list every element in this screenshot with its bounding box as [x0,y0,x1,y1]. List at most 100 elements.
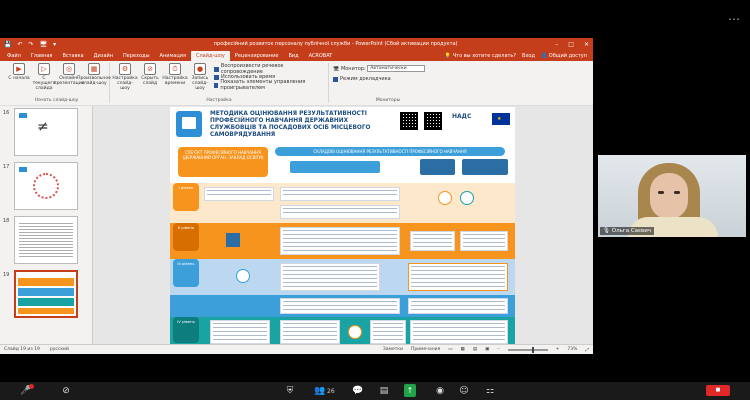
text-block [280,227,400,255]
video-button[interactable]: ⊘ [60,385,72,397]
start-group-label: Начать слайд-шоу [34,98,79,103]
setup-checkboxes: Воспроизвести речевое сопровождение Испо… [214,63,324,91]
monitors-controls: 🖥 Монитор: Автоматически Режим докладчик… [333,63,443,83]
security-button[interactable]: ⛨ [284,385,296,397]
tab-animations[interactable]: Анимация [155,51,191,61]
tab-acrobat[interactable]: ACROBAT [304,51,338,61]
text-block [410,320,508,344]
presenter-view-checkbox[interactable]: Режим докладчика [333,75,443,83]
minimize-icon[interactable]: – [555,41,558,48]
zoom-out-icon[interactable]: – [497,347,499,352]
reading-view-icon[interactable]: ▤ [473,347,477,352]
end-meeting-button[interactable]: ■ [706,385,730,396]
tab-home[interactable]: Главная [26,51,58,61]
chat-icon: 💬 [352,386,364,396]
save-icon[interactable]: 💾 [4,41,11,48]
slideshow-view-icon[interactable]: ▣ [485,347,489,352]
apps-button[interactable]: ⚏ [484,385,496,397]
level-row-2: II рівень [170,223,515,259]
mute-button[interactable]: 🎤 [20,384,34,397]
alert-dot-icon [29,384,34,389]
quick-access-toolbar: 💾 ↶ ↷ 🖥 ▾ [4,41,124,48]
from-current-button[interactable]: ▷ С текущего слайда [33,63,55,91]
play-narrations-checkbox[interactable]: Воспроизвести речевое сопровождение [214,63,324,75]
notes-button[interactable]: Заметки [383,347,403,352]
text-block [280,187,400,201]
subject-band: СУБ'ЄКТ ПРОФЕСІЙНОГО НАВЧАННЯ (ДЕРЖАВНИЙ… [170,145,515,181]
zoom-slider[interactable] [507,346,548,353]
rehearse-timings-label: Настройка времени [162,76,188,86]
slide-thumbnail[interactable]: ≠ [14,108,78,156]
monitor-select[interactable]: Автоматически [367,65,426,72]
slide-thumbnail-selected[interactable] [14,270,78,318]
share-screen-button[interactable]: ↑ [404,384,416,397]
chart-icon [182,117,196,129]
text-block [280,298,400,314]
sign-in-link[interactable]: Вход [522,53,535,59]
camera-off-icon: ⊘ [62,386,70,396]
slide-thumbnail[interactable] [14,162,78,210]
thumb-number: 18 [3,218,10,224]
nads-logo: НАДС [452,113,472,120]
redo-icon[interactable]: ↷ [29,41,34,48]
fit-slide-icon[interactable]: ⤢ [585,347,589,353]
zoom-top-bar: ⋯ [0,0,750,36]
start-slideshow-group: ▶ С начала ▷ С текущего слайда ◎ Онлайн-пре… [4,63,111,103]
normal-view-icon[interactable]: ▭ [448,347,452,352]
custom-show-button[interactable]: ▦ Произвольное слайд-шоу [77,63,111,86]
comments-button[interactable]: Примечания [411,347,440,352]
undo-icon[interactable]: ↶ [17,41,22,48]
slide-thumbnail[interactable] [14,216,78,264]
polls-button[interactable]: ▤ [378,385,390,397]
record-icon: ◉ [436,386,444,396]
participants-button[interactable]: 👥 26 [314,385,334,397]
tell-me-search[interactable]: 💡 Что вы хотите сделать? [445,53,516,59]
reactions-button[interactable]: ☺ [458,385,470,397]
tab-slideshow[interactable]: Слайд-шоу [190,51,230,61]
title-bar: 💾 ↶ ↷ 🖥 ▾ професійний розвиток персоналу… [0,38,593,50]
level-row-3b [170,295,515,317]
tab-insert[interactable]: Вставка [57,51,88,61]
record-slideshow-button[interactable]: ● Запись слайд-шоу [189,63,211,91]
slideshow-current-icon: ▷ [38,63,50,75]
ribbon-right-tools: 💡 Что вы хотите сделать? Вход 👤 Общий до… [439,51,593,61]
sorter-view-icon[interactable]: ▦ [461,347,465,352]
work-area: 16 ≠ 17 18 19 МЕТОДИКА ОЦІНЮВАННЯ РЕЗУЛЬ… [0,106,593,347]
participant-video[interactable]: 🎙 Ольга Саєвич [598,155,746,237]
chat-button[interactable]: 💬 [352,385,364,397]
window-controls: – □ ✕ [555,41,589,48]
tab-file[interactable]: Файл [2,51,26,61]
language-indicator[interactable]: русский [50,347,69,352]
setup-slideshow-button[interactable]: ⚙ Настройка слайд-шоу [112,63,138,91]
meeting-toolbar: 🎤 ⊘ ⛨ 👥 26 💬 ▤ ↑ ◉ ☺ ⚏ ■ [0,382,750,400]
maximize-icon[interactable]: □ [568,41,574,48]
customize-qat-icon[interactable]: ▾ [53,41,56,48]
tab-view[interactable]: Вид [283,51,303,61]
participants-icon: 👥 [314,386,326,396]
level-label: III рівень [173,259,199,287]
hide-slide-button[interactable]: ⊘ Скрыть слайд [139,63,161,86]
tab-design[interactable]: Дизайн [89,51,118,61]
from-beginning-button[interactable]: ▶ С начала [8,63,30,81]
text-block [210,320,270,344]
record-button[interactable]: ◉ [434,385,446,397]
text-block [460,231,508,251]
record-slideshow-label: Запись слайд-шоу [191,76,209,91]
component-box [290,161,380,173]
show-media-controls-checkbox[interactable]: Показать элементы управления проигрывате… [214,79,324,91]
share-button[interactable]: 👤 Общий доступ [541,53,587,59]
more-options-icon[interactable]: ⋯ [728,12,740,26]
tab-transitions[interactable]: Переходы [118,51,155,61]
slide-canvas[interactable]: МЕТОДИКА ОЦІНЮВАННЯ РЕЗУЛЬТАТИВНОСТІ ПРО… [170,107,515,347]
timer-icon: ⏱ [169,63,181,75]
zoom-level[interactable]: 73% [567,347,577,352]
checkbox-checked-icon [214,66,219,72]
shield-icon: ⛨ [286,386,294,396]
start-slideshow-icon[interactable]: 🖥 [40,41,48,48]
tab-review[interactable]: Рецензирование [230,51,284,61]
zoom-slider-handle[interactable] [531,346,534,353]
close-icon[interactable]: ✕ [584,41,589,48]
rehearse-timings-button[interactable]: ⏱ Настройка времени [162,63,188,86]
cycle-icon [348,325,362,339]
zoom-in-icon[interactable]: + [556,347,560,352]
